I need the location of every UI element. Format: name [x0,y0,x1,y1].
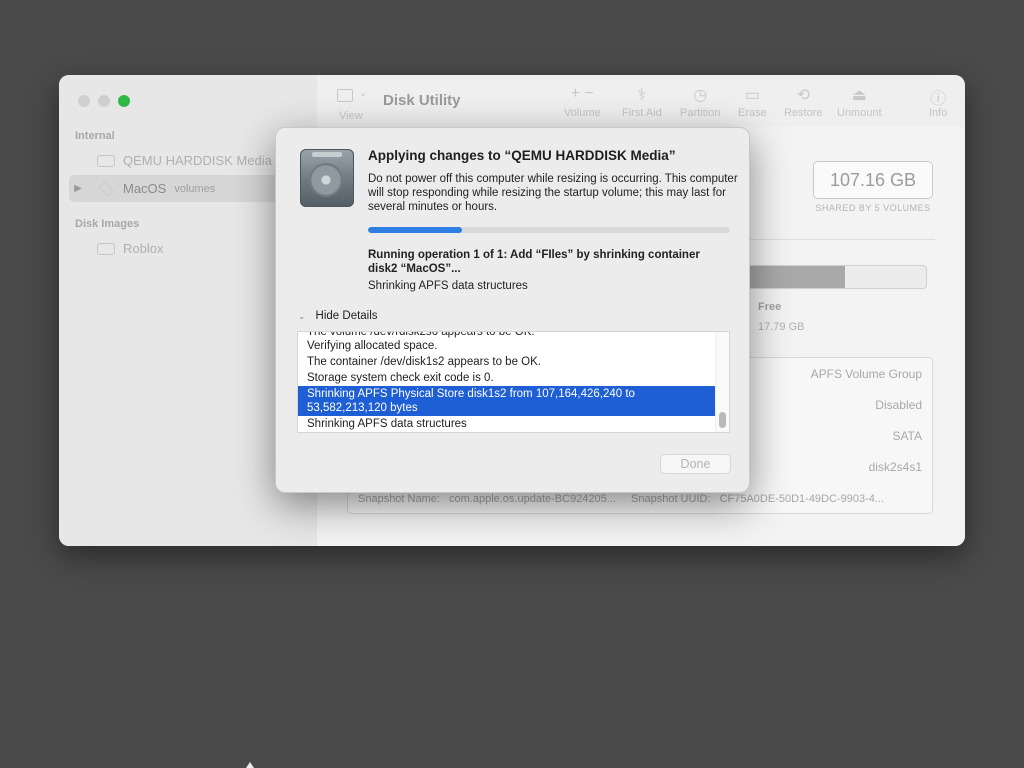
snapshot-name-value: com.apple.os.update-BC924205... [449,493,616,505]
toolbar-erase-button[interactable]: ▭ Erase [738,85,767,119]
hide-details-toggle[interactable]: ⌄ Hide Details [298,310,378,322]
snapshot-uuid-value: CF75A0DE-50D1-49DC-9903-4... [719,493,885,505]
dialog-title: Applying changes to “QEMU HARDDISK Media… [368,148,676,163]
log-line-selected[interactable]: Shrinking APFS Physical Store disk1s2 fr… [298,386,716,416]
sidebar-toggle-icon[interactable] [337,89,353,102]
stethoscope-icon: ⚕ [637,87,647,104]
log-line[interactable]: Shrinking APFS data structures [298,417,716,431]
progress-fill [368,227,463,233]
done-button[interactable]: Done [660,454,731,474]
info-icon: ⓘ [930,91,947,108]
plus-minus-icon: + − [570,85,594,102]
sidebar-item-qemu-harddisk[interactable]: QEMU HARDDISK Media [69,147,307,174]
chevron-down-icon[interactable]: ⌄ [359,88,367,99]
snapshot-row: Snapshot Name: com.apple.os.update-BC924… [358,493,922,505]
operation-subtext: Shrinking APFS data structures [368,280,528,292]
hard-drive-icon [97,154,115,167]
sidebar-item-label: Roblox [123,241,164,256]
dialog-message: Do not power off this computer while res… [368,173,738,213]
toolbar-volume-button[interactable]: + − Volume [564,85,601,119]
capacity-sublabel: SHARED BY 5 VOLUMES [815,203,931,213]
log-line[interactable]: Verifying allocated space. [298,339,716,353]
info-value-connection: SATA [892,429,922,443]
eject-icon: ⏏ [851,87,867,104]
details-log[interactable]: The volume /dev/rdisk2s6 appears to be O… [297,331,730,433]
restore-icon: ⟲ [796,87,810,104]
log-line[interactable]: The volume /dev/rdisk2s6 appears to be O… [298,332,716,339]
sidebar-item-label: MacOS [123,181,167,196]
traffic-lights [78,95,130,107]
operation-text: Running operation 1 of 1: Add “FIles” by… [368,249,700,275]
free-value: 17.79 GB [758,321,805,333]
volume-group-icon [98,181,114,196]
car-icon: ▭ [744,87,760,104]
zoom-button[interactable] [118,95,130,107]
progress-sheet: Applying changes to “QEMU HARDDISK Media… [275,127,750,493]
sidebar-section-internal: Internal [75,130,115,142]
sidebar-item-macos[interactable]: ▶ MacOS volumes [69,175,307,202]
disclosure-chevron-icon[interactable]: ▶ [71,183,85,194]
view-label[interactable]: View [339,110,363,122]
window-title: Disk Utility [383,92,461,109]
sidebar-item-sublabel: volumes [174,182,216,195]
toolbar-restore-button[interactable]: ⟲ Restore [784,85,823,119]
info-value-owners: Disabled [875,398,922,412]
progress-bar [368,227,730,233]
toolbar-info-button[interactable]: ⓘ Info [929,85,947,119]
snapshot-uuid-label: Snapshot UUID: [631,493,711,505]
info-value-type: APFS Volume Group [810,367,922,381]
disk-image-icon [97,242,115,255]
hard-drive-icon [300,149,354,207]
toolbar-first-aid-button[interactable]: ⚕ First Aid [622,85,662,119]
toolbar-partition-button[interactable]: ◷ Partition [680,85,720,119]
hide-details-label: Hide Details [315,310,378,322]
toolbar: ⌄ View Disk Utility + − Volume ⚕ First A… [317,75,965,127]
toolbar-unmount-button[interactable]: ⏏ Unmount [837,85,882,119]
scrollbar-thumb[interactable] [719,412,726,428]
info-value-device: disk2s4s1 [868,460,922,474]
capacity-box: 107.16 GB [813,161,933,199]
free-label: Free [758,301,782,313]
sidebar-item-roblox[interactable]: Roblox [69,235,307,262]
log-scrollbar[interactable] [715,332,729,432]
log-line[interactable]: The container /dev/disk1s2 appears to be… [298,355,716,369]
snapshot-name-label: Snapshot Name: [358,493,440,505]
minimize-button[interactable] [98,95,110,107]
mouse-cursor-icon [246,762,254,768]
close-button[interactable] [78,95,90,107]
chevron-down-icon[interactable]: ⌄ [298,311,306,322]
pie-icon: ◷ [693,87,708,104]
sidebar-item-label: QEMU HARDDISK Media [123,153,272,168]
sidebar-section-disk-images: Disk Images [75,218,140,230]
log-line[interactable]: Storage system check exit code is 0. [298,371,716,385]
